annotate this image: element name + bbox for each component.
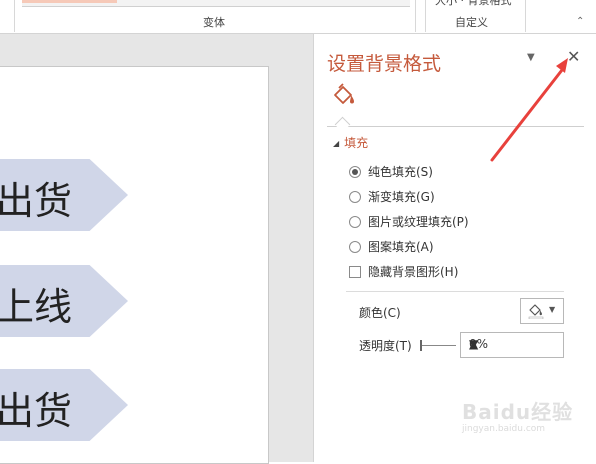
variants-group-label: 变体	[203, 16, 225, 29]
slide-size-label: 大小 · 背景格式	[435, 0, 512, 7]
ribbon-divider	[415, 0, 416, 32]
chevron-shape[interactable]: 出货	[0, 369, 128, 441]
picture-fill-label: 图片或纹理填充(P)	[368, 215, 469, 229]
spin-down-icon[interactable]: ▼	[469, 337, 478, 351]
radio-unselected[interactable]	[349, 215, 361, 228]
watermark-logo: Baidu经验	[462, 400, 574, 424]
slider-track	[420, 345, 456, 346]
color-label: 颜色(C)	[359, 306, 401, 320]
watermark-url: jingyan.baidu.com	[462, 424, 546, 434]
slider-thumb[interactable]	[420, 340, 422, 351]
dropdown-arrow-icon: ▼	[549, 305, 556, 314]
hide-background-checkbox[interactable]: 隐藏背景图形(H)	[349, 263, 458, 280]
tab-indicator	[334, 116, 351, 133]
picture-fill-radio[interactable]: 图片或纹理填充(P)	[349, 213, 469, 230]
radio-unselected[interactable]	[349, 190, 361, 203]
hide-background-label: 隐藏背景图形(H)	[368, 265, 459, 279]
shape-text: 出货	[0, 389, 73, 433]
paint-bucket-icon	[528, 304, 544, 319]
radio-unselected[interactable]	[349, 240, 361, 253]
tab-divider	[327, 126, 584, 127]
pattern-fill-label: 图案填充(A)	[368, 240, 434, 254]
solid-fill-label: 纯色填充(S)	[368, 165, 433, 179]
slide-workspace: 出货 上线 出货	[0, 34, 313, 464]
slide-size-button[interactable]: 大小 · 背景格式	[425, 0, 525, 8]
transparency-input[interactable]: 0% ▲ ▼	[460, 332, 564, 358]
pane-title: 设置背景格式	[327, 53, 442, 75]
chevron-shape[interactable]: 出货	[0, 159, 128, 231]
solid-fill-radio[interactable]: 纯色填充(S)	[349, 163, 433, 180]
gradient-fill-radio[interactable]: 渐变填充(G)	[349, 188, 435, 205]
transparency-label: 透明度(T)	[359, 339, 412, 353]
variants-gallery[interactable]	[22, 0, 410, 7]
shape-text: 上线	[0, 285, 73, 329]
dropdown-arrow-icon[interactable]: ▼	[527, 52, 535, 63]
pattern-fill-radio[interactable]: 图案填充(A)	[349, 238, 434, 255]
custom-group-label: 自定义	[455, 16, 488, 29]
radio-selected[interactable]	[349, 165, 361, 178]
expand-triangle-icon: ◢	[333, 139, 340, 148]
shape-text: 出货	[0, 179, 73, 223]
checkbox-unchecked[interactable]	[349, 265, 361, 278]
fill-section-header[interactable]: ◢ 填充	[333, 134, 368, 151]
watermark: Baidu经验 jingyan.baidu.com	[458, 396, 576, 440]
paint-bucket-icon[interactable]	[330, 82, 358, 110]
ribbon-divider	[525, 0, 526, 32]
ribbon: 变体 大小 · 背景格式 自定义 ⌃	[0, 0, 596, 34]
slide-canvas[interactable]: 出货 上线 出货	[0, 66, 269, 464]
chevron-shape[interactable]: 上线	[0, 265, 128, 337]
gradient-fill-label: 渐变填充(G)	[368, 190, 435, 204]
section-divider	[346, 291, 564, 292]
collapse-ribbon-icon[interactable]: ⌃	[576, 16, 584, 27]
color-picker-button[interactable]: ▼	[520, 298, 564, 324]
fill-section-label: 填充	[344, 136, 369, 150]
ribbon-divider	[14, 0, 15, 32]
close-icon[interactable]: ✕	[567, 47, 580, 66]
transparency-slider[interactable]	[420, 339, 456, 351]
variant-thumbnail[interactable]	[22, 0, 117, 3]
